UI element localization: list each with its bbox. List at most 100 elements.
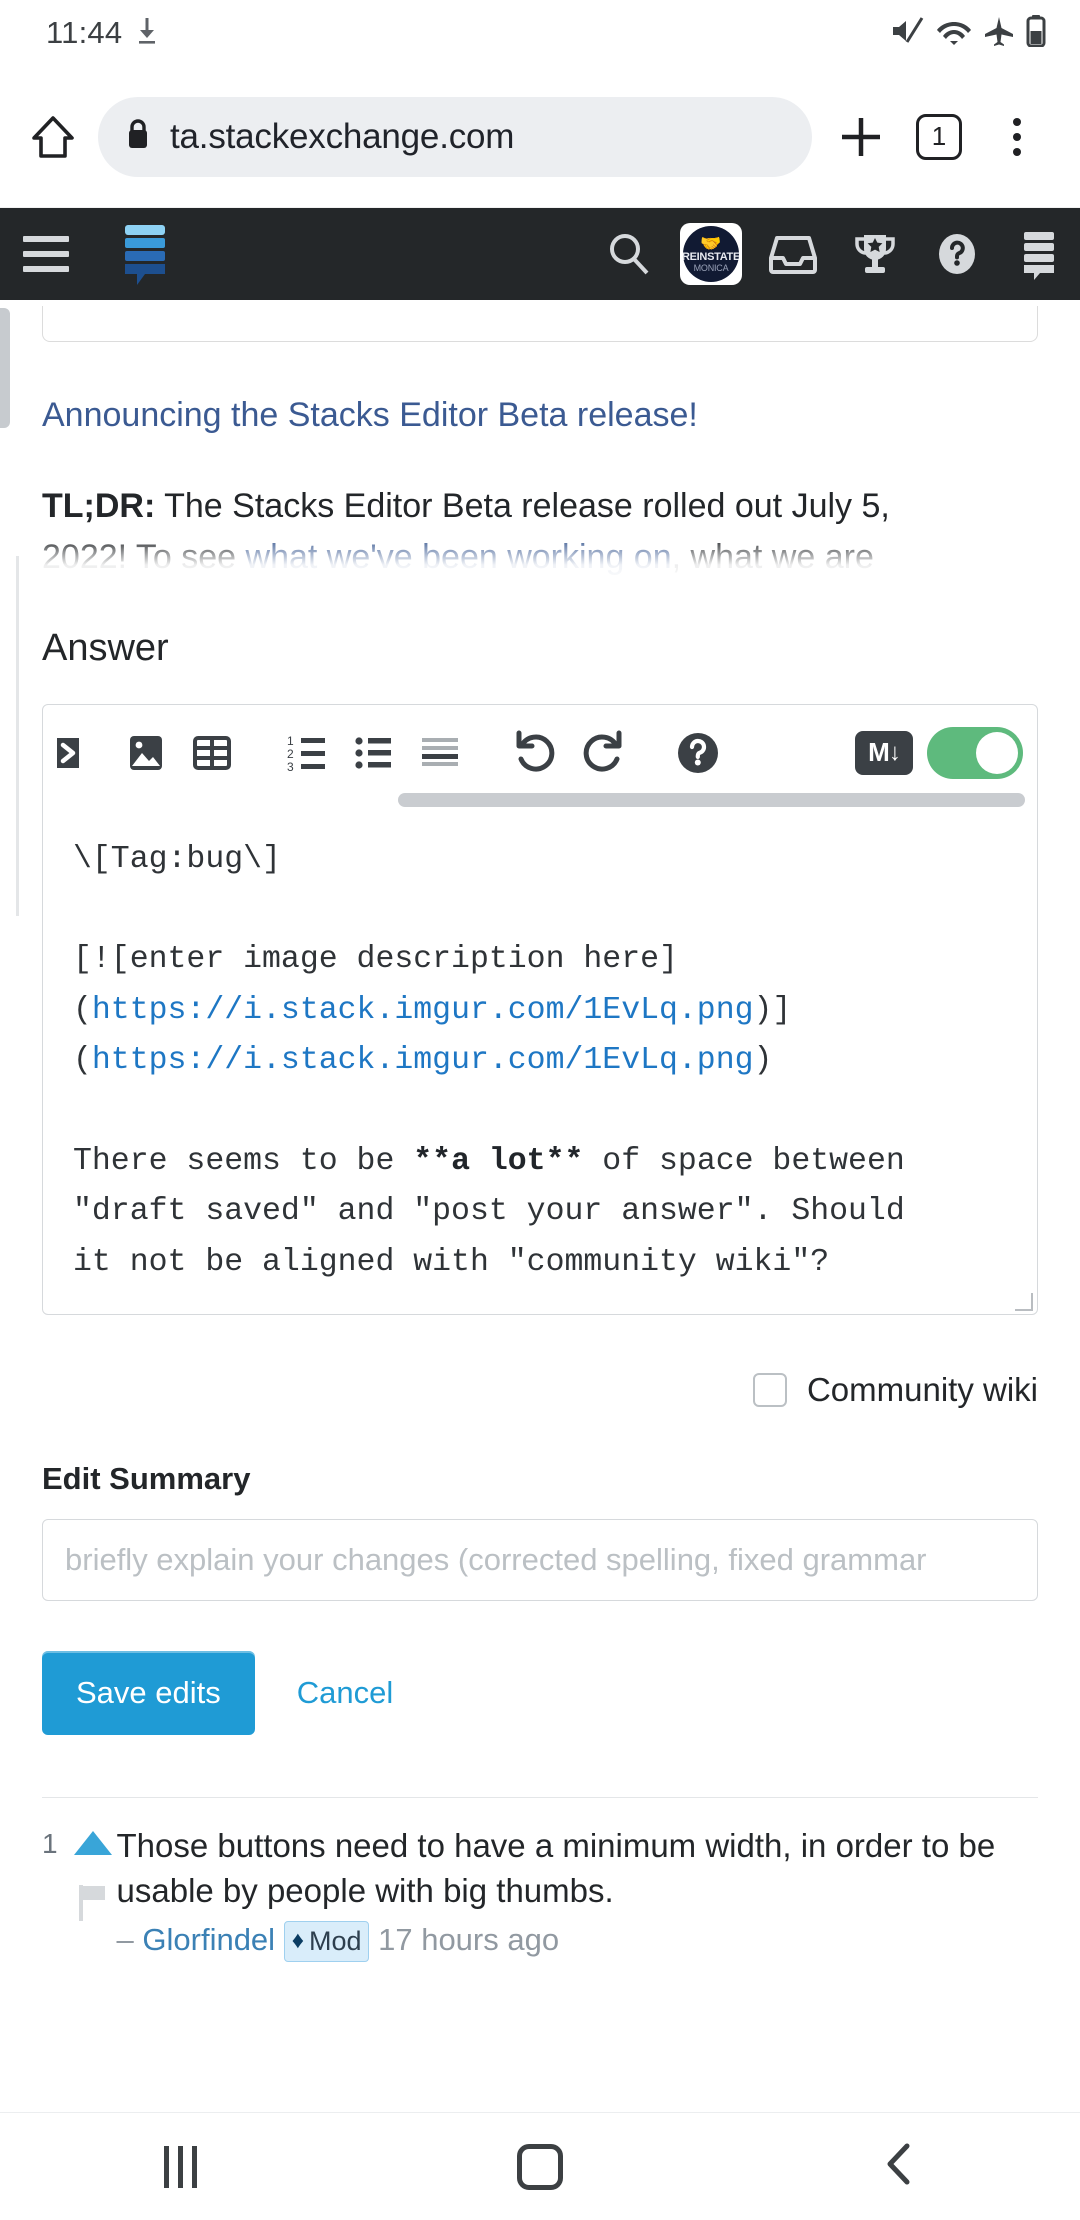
comment-meta: – Glorfindel ♦ Mod 17 hours ago [116,1919,1038,1962]
toggle-knob [976,731,1018,774]
battery-icon [1026,14,1046,52]
post-left-rail [16,556,19,916]
svg-text:1: 1 [287,734,294,748]
page-content: Announcing the Stacks Editor Beta releas… [0,306,1080,1962]
android-status-bar: 11:44 [0,0,1080,66]
handshake-icon: 🤝 [700,234,722,253]
code-block-icon[interactable] [47,717,113,789]
airplane-icon [984,16,1014,51]
edit-summary-label: Edit Summary [42,1461,251,1497]
editor-line: it not be aligned with "community wiki"? [73,1244,830,1280]
post-editor: 123 M ↓ \[Tag:bug\] [![enter image descr… [42,703,1038,1316]
browser-toolbar: ta.stackexchange.com 1 [0,66,1080,208]
kebab-menu-icon [1013,117,1021,156]
browser-home-button[interactable] [20,104,86,170]
editor-line: (https://i.stack.imgur.com/1EvLq.png)] [73,992,792,1028]
save-edits-button[interactable]: Save edits [42,1651,255,1736]
redo-icon[interactable] [569,717,635,789]
comment-item: 1 Those buttons need to have a minimum w… [42,1824,1038,1962]
address-bar[interactable]: ta.stackexchange.com [98,96,812,177]
editor-line: \[Tag:bug\] [73,841,281,877]
editor-link-1: https://i.stack.imgur.com/1EvLq.png [91,992,754,1028]
nav-search-button[interactable] [588,208,670,300]
mute-icon [890,16,924,51]
comment-dash: – [116,1922,134,1958]
markdown-toggle[interactable] [927,726,1023,779]
markdown-badge: M ↓ [855,730,913,775]
recents-icon [163,2145,197,2188]
comments-section: 1 Those buttons need to have a minimum w… [42,1797,1038,1962]
tldr-fade-overlay [42,536,1038,585]
comment-text: Those buttons need to have a minimum wid… [116,1827,996,1909]
ordered-list-icon[interactable]: 123 [275,717,341,789]
comment-timestamp: 17 hours ago [378,1922,560,1958]
nav-achievements-button[interactable] [834,208,916,300]
announcement-link[interactable]: Announcing the Stacks Editor Beta releas… [42,394,1038,437]
diamond-icon: ♦ [291,1927,304,1955]
browser-menu-button[interactable] [978,98,1056,176]
cancel-button[interactable]: Cancel [279,1651,412,1735]
image-icon[interactable] [113,717,179,789]
svg-text:3: 3 [287,760,294,774]
wifi-icon [936,16,972,51]
comment-author-link[interactable]: Glorfindel [142,1922,275,1957]
community-wiki-row[interactable]: Community wiki [42,1371,1038,1409]
answer-heading: Answer [42,626,169,669]
blockquote-icon[interactable] [407,717,473,789]
tab-switcher-button[interactable]: 1 [900,98,978,176]
stack-exchange-navbar: 🤝 REINSTATE MONICA [0,208,1080,428]
editor-line: "draft saved" and "post your answer". Sh… [73,1194,905,1230]
notice-card-remnant [42,306,1038,342]
editor-help-icon[interactable] [665,717,731,789]
editor-toolbar: 123 M ↓ [43,705,1037,807]
upvote-triangle-icon[interactable] [72,1828,114,1863]
avatar-line-2: MONICA [693,263,729,273]
status-clock: 11:44 [46,15,123,50]
home-button[interactable] [450,2113,630,2220]
moderator-badge-label: Mod [308,1926,362,1957]
back-chevron-icon [880,2140,920,2193]
download-icon [136,17,158,50]
new-tab-button[interactable] [822,98,900,176]
answer-textarea[interactable]: \[Tag:bug\] [![enter image description h… [43,801,1037,1315]
editor-bold-token: **a lot** [413,1143,584,1179]
nav-help-button[interactable] [916,208,998,300]
edit-summary-input[interactable]: briefly explain your changes (corrected … [42,1519,1038,1602]
tldr-text: The Stacks Editor Beta release rolled ou… [155,486,890,525]
textarea-resize-handle[interactable] [1015,1293,1033,1312]
recents-button[interactable] [90,2113,270,2220]
table-icon[interactable] [179,717,245,789]
tldr-label: TL;DR: [42,486,156,525]
home-square-icon [517,2143,563,2190]
editor-actions: Save edits Cancel [42,1651,1038,1736]
phone-screen: 11:44 ta.stackexchange.com 1 🤝 REINSTATE… [0,0,1080,2220]
tldr-notice: TL;DR: The Stacks Editor Beta release ro… [42,481,1038,585]
address-bar-url: ta.stackexchange.com [170,116,515,156]
edit-summary-placeholder: briefly explain your changes (corrected … [65,1542,927,1578]
svg-text:2: 2 [287,747,294,761]
android-nav-bar [0,2112,1080,2220]
nav-stacks-button[interactable] [998,208,1080,300]
back-button[interactable] [810,2113,990,2220]
editor-line: There seems to be **a lot** of space bet… [73,1143,905,1179]
tab-count: 1 [916,113,962,160]
undo-icon[interactable] [503,717,569,789]
hamburger-icon[interactable] [0,236,92,272]
flag-icon[interactable] [76,1883,110,1928]
editor-line: (https://i.stack.imgur.com/1EvLq.png) [73,1043,773,1079]
editor-link-2: https://i.stack.imgur.com/1EvLq.png [91,1043,754,1079]
community-wiki-checkbox[interactable] [752,1373,787,1408]
nav-inbox-button[interactable] [752,208,834,300]
community-wiki-label: Community wiki [806,1371,1038,1409]
lock-icon [124,117,152,156]
avatar: 🤝 REINSTATE MONICA [680,223,742,285]
editor-line: [![enter image description here] [73,942,678,978]
toolbar-scrollbar[interactable] [398,792,1025,807]
comment-score: 1 [42,1828,58,1860]
avatar-line-1: REINSTATE [683,251,739,263]
nav-avatar-button[interactable]: 🤝 REINSTATE MONICA [670,208,752,300]
bulleted-list-icon[interactable] [341,717,407,789]
stack-exchange-logo[interactable] [114,221,176,287]
